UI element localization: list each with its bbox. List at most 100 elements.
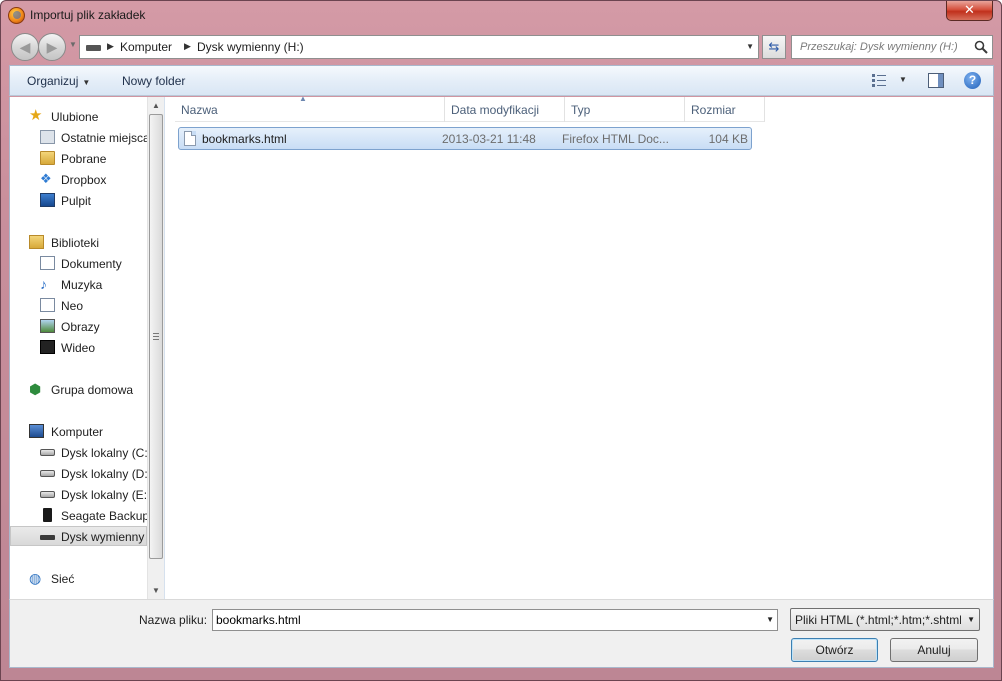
- filename-label: Nazwa pliku:: [139, 613, 208, 627]
- nav-item-pictures[interactable]: Obrazy: [10, 316, 147, 336]
- file-size: 104 KB: [708, 132, 748, 146]
- nav-item-music[interactable]: ♪ Muzyka: [10, 274, 147, 294]
- file-type-filter-value: Pliki HTML (*.html;*.htm;*.shtml: [795, 613, 961, 627]
- nav-item-downloads[interactable]: Pobrane: [10, 148, 147, 168]
- nav-label: Ostatnie miejsca: [61, 131, 147, 145]
- breadcrumb-computer[interactable]: Komputer: [120, 40, 172, 54]
- libraries-icon: [29, 235, 44, 249]
- nav-item-recent[interactable]: Ostatnie miejsca: [10, 127, 147, 147]
- address-dropdown-icon[interactable]: ▼: [746, 42, 754, 51]
- nav-label: Biblioteki: [51, 236, 100, 250]
- preview-pane-icon[interactable]: [928, 73, 944, 88]
- nav-label: Pobrane: [61, 152, 107, 166]
- nav-item-computer[interactable]: Komputer: [10, 421, 147, 441]
- breadcrumb-removable-drive[interactable]: Dysk wymienny (H:): [197, 40, 304, 54]
- nav-label: Dysk wymienny: [61, 530, 145, 544]
- navigation-pane[interactable]: ★ Ulubione Ostatnie miejsca Pobrane ❖ Dr…: [10, 97, 147, 599]
- title-bar[interactable]: Importuj plik zakładek ✕: [1, 1, 1001, 31]
- nav-item-drive-c[interactable]: Dysk lokalny (C:): [10, 442, 147, 462]
- dialog-footer: Nazwa pliku: ▼ Pliki HTML (*.html;*.htm;…: [9, 599, 994, 668]
- scroll-up-icon[interactable]: ▲: [148, 97, 164, 114]
- nav-item-favorites[interactable]: ★ Ulubione: [10, 106, 147, 126]
- videos-icon: [40, 340, 55, 354]
- file-type: Firefox HTML Doc...: [562, 132, 669, 146]
- file-type-filter[interactable]: Pliki HTML (*.html;*.htm;*.shtml ▼: [790, 608, 980, 631]
- nav-item-seagate[interactable]: Seagate Backup: [10, 505, 147, 525]
- breadcrumb-arrow-icon[interactable]: ▶: [107, 41, 114, 52]
- nav-item-removable-drive[interactable]: Dysk wymienny: [10, 526, 147, 546]
- file-list[interactable]: Nazwa ▲ Data modyfikacji Typ Rozmiar boo…: [165, 94, 994, 599]
- search-placeholder: Przeszukaj: Dysk wymienny (H:): [800, 41, 958, 53]
- sort-ascending-icon: ▲: [299, 94, 307, 103]
- dialog-window: Importuj plik zakładek ✕ ◀ ▶ ▼ ▶ Kompute…: [0, 0, 1002, 681]
- column-label: Rozmiar: [691, 103, 736, 117]
- nav-item-videos[interactable]: Wideo: [10, 337, 147, 357]
- nav-item-documents[interactable]: Dokumenty: [10, 253, 147, 273]
- removable-drive-icon: [40, 535, 55, 540]
- refresh-button[interactable]: ⇆: [762, 35, 786, 59]
- nav-label: Pulpit: [61, 194, 92, 208]
- nav-item-drive-d[interactable]: Dysk lokalny (D:): [10, 463, 147, 483]
- organize-label: Organizuj: [27, 74, 79, 88]
- scroll-down-icon[interactable]: ▼: [148, 582, 164, 599]
- refresh-icon: ⇆: [768, 39, 780, 54]
- search-icon[interactable]: [974, 40, 988, 54]
- view-dropdown-icon[interactable]: ▼: [899, 75, 907, 84]
- nav-item-dropbox[interactable]: ❖ Dropbox: [10, 169, 147, 189]
- search-box[interactable]: Przeszukaj: Dysk wymienny (H:): [791, 35, 993, 59]
- recent-places-icon: [40, 130, 55, 144]
- breadcrumb-arrow-icon[interactable]: ▶: [184, 41, 191, 52]
- drive-icon: [86, 45, 101, 51]
- star-icon: ★: [29, 107, 43, 124]
- nav-item-drive-e[interactable]: Dysk lokalny (E:): [10, 484, 147, 504]
- close-button[interactable]: ✕: [946, 1, 993, 21]
- external-drive-icon: [43, 508, 52, 522]
- nav-item-libraries[interactable]: Biblioteki: [10, 232, 147, 252]
- recent-pages-dropdown[interactable]: ▼: [69, 40, 77, 49]
- nav-label: Dysk lokalny (E:): [61, 488, 147, 502]
- pictures-icon: [40, 319, 55, 333]
- nav-label: Komputer: [51, 425, 104, 439]
- network-icon: ◍: [29, 570, 42, 586]
- navigation-scrollbar[interactable]: ▲ ▼: [147, 97, 164, 599]
- nav-label: Dysk lokalny (D:): [61, 467, 147, 481]
- hard-drive-icon: [40, 491, 55, 498]
- scroll-thumb[interactable]: [149, 114, 163, 559]
- help-icon[interactable]: ?: [964, 72, 981, 89]
- music-icon: ♪: [40, 276, 47, 292]
- nav-item-homegroup[interactable]: ⬢ Grupa domowa: [10, 379, 147, 399]
- organize-button[interactable]: Organizuj ▼: [27, 74, 90, 88]
- column-headers: Nazwa ▲ Data modyfikacji Typ Rozmiar: [175, 94, 765, 122]
- navigation-bar: ◀ ▶ ▼ ▶ Komputer ▶ Dysk wymienny (H:) ▼ …: [9, 32, 993, 62]
- address-bar[interactable]: ▶ Komputer ▶ Dysk wymienny (H:) ▼: [79, 35, 759, 59]
- nav-label: Sieć: [51, 572, 75, 586]
- nav-label: Dysk lokalny (C:): [61, 446, 147, 460]
- computer-icon: [29, 424, 44, 438]
- column-header-date[interactable]: Data modyfikacji: [445, 97, 565, 122]
- window-title: Importuj plik zakładek: [30, 8, 146, 22]
- hard-drive-icon: [40, 470, 55, 477]
- cancel-button[interactable]: Anuluj: [890, 638, 978, 662]
- column-header-type[interactable]: Typ: [565, 97, 685, 122]
- neo-library-icon: [40, 298, 55, 312]
- open-button[interactable]: Otwórz: [791, 638, 878, 662]
- nav-label: Dropbox: [61, 173, 107, 187]
- nav-item-neo[interactable]: Neo: [10, 295, 147, 315]
- file-date: 2013-03-21 11:48: [442, 132, 536, 146]
- file-row[interactable]: bookmarks.html 2013-03-21 11:48 Firefox …: [178, 127, 752, 150]
- new-folder-button[interactable]: Nowy folder: [122, 74, 185, 88]
- filename-input[interactable]: [216, 612, 756, 628]
- back-button[interactable]: ◀: [11, 33, 39, 61]
- hard-drive-icon: [40, 449, 55, 456]
- column-header-size[interactable]: Rozmiar: [685, 97, 765, 122]
- forward-button[interactable]: ▶: [38, 33, 66, 61]
- nav-item-desktop[interactable]: Pulpit: [10, 190, 147, 210]
- homegroup-icon: ⬢: [29, 381, 42, 397]
- filename-combobox[interactable]: ▼: [212, 609, 778, 631]
- column-label: Nazwa: [181, 103, 218, 117]
- filename-dropdown-icon[interactable]: ▼: [766, 615, 774, 624]
- column-header-name[interactable]: Nazwa ▲: [175, 94, 445, 122]
- nav-label: Neo: [61, 299, 84, 313]
- view-options-icon[interactable]: [872, 74, 888, 87]
- nav-item-network[interactable]: ◍ Sieć: [10, 568, 147, 588]
